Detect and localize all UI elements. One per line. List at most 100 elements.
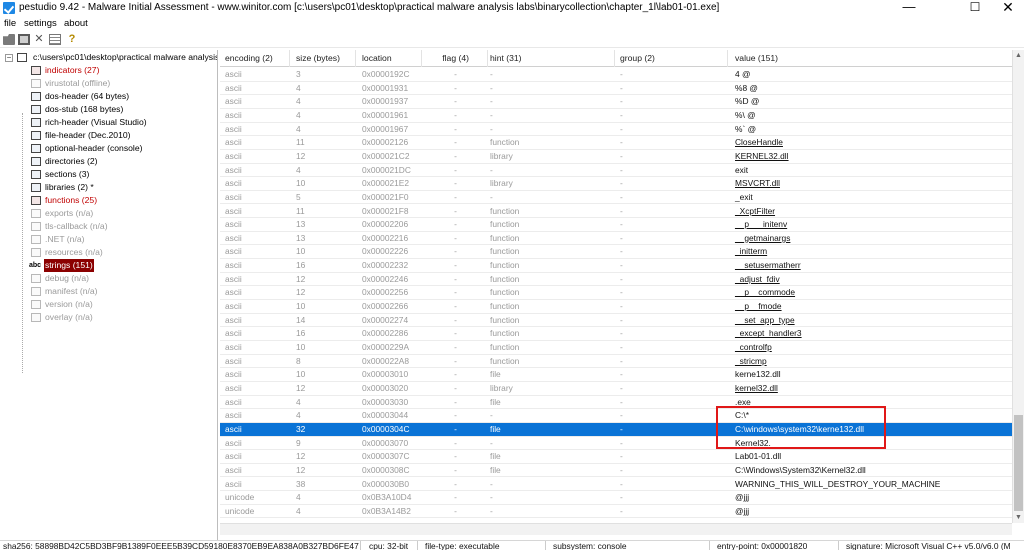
open-folder-icon[interactable] bbox=[3, 34, 15, 45]
tree-item[interactable]: manifest (n/a) bbox=[0, 285, 217, 298]
cell-group: - bbox=[620, 396, 623, 407]
table-row[interactable]: ascii 13 0x00002216 - function - __getmainargs bbox=[220, 232, 1012, 246]
table-row[interactable]: ascii 4 0x00001931 - - - %8 @ bbox=[220, 82, 1012, 96]
vertical-scrollbar[interactable]: ▲ ▼ bbox=[1012, 50, 1024, 523]
tree-item[interactable]: debug (n/a) bbox=[0, 272, 217, 285]
horizontal-scrollbar[interactable] bbox=[220, 523, 1012, 535]
menu-about[interactable]: about bbox=[64, 18, 88, 29]
table-row[interactable]: ascii 16 0x00002286 - function - _except_handl… bbox=[220, 327, 1012, 341]
tree-item[interactable]: file-header (Dec.2010) bbox=[0, 129, 217, 142]
tree-item[interactable]: functions (25) bbox=[0, 194, 217, 207]
cell-size: 13 bbox=[296, 232, 306, 243]
table-row[interactable]: ascii 12 0x0000307C - file - Lab01-01.dll bbox=[220, 450, 1012, 464]
tree-item[interactable]: .NET (n/a) bbox=[0, 233, 217, 246]
save-icon[interactable] bbox=[18, 34, 30, 45]
tree-item[interactable]: indicators (27) bbox=[0, 64, 217, 77]
tree-item[interactable]: dos-stub (168 bytes) bbox=[0, 103, 217, 116]
exports-icon bbox=[31, 209, 41, 218]
collapse-icon[interactable]: − bbox=[5, 54, 13, 62]
table-row[interactable]: ascii 10 0x00003010 - file - kerne132.dll bbox=[220, 368, 1012, 382]
close-button[interactable]: ✕ bbox=[985, 0, 1024, 16]
column-header-location[interactable]: location bbox=[357, 50, 422, 67]
cell-group: - bbox=[620, 287, 623, 298]
table-row[interactable]: ascii 8 0x000022A8 - function - _stricmp bbox=[220, 355, 1012, 369]
table-row[interactable]: ascii 4 0x00003030 - file - .exe bbox=[220, 396, 1012, 410]
cell-hint: - bbox=[490, 96, 493, 107]
cell-size: 5 bbox=[296, 191, 301, 202]
column-header-size[interactable]: size (bytes) bbox=[291, 50, 356, 67]
cell-size: 12 bbox=[296, 150, 306, 161]
minimize-button[interactable]: — bbox=[886, 0, 932, 16]
tree-item[interactable]: sections (3) bbox=[0, 168, 217, 181]
table-row[interactable]: ascii 4 0x000021DC - - - exit bbox=[220, 164, 1012, 178]
tree-item-label: overlay (n/a) bbox=[45, 312, 93, 322]
cell-encoding: ascii bbox=[225, 164, 242, 175]
menu-file[interactable]: file bbox=[4, 18, 16, 29]
tree-item[interactable]: overlay (n/a) bbox=[0, 311, 217, 324]
cell-value: exit bbox=[735, 164, 749, 175]
cell-location: 0x000021F8 bbox=[362, 205, 409, 216]
menu-settings[interactable]: settings bbox=[24, 18, 57, 29]
tree-item[interactable]: resources (n/a) bbox=[0, 246, 217, 259]
cell-flag: - bbox=[454, 164, 457, 175]
column-header-hint[interactable]: hint (31) bbox=[485, 50, 615, 67]
cell-value: C:\* bbox=[735, 410, 749, 421]
table-row[interactable]: ascii 11 0x000021F8 - function - _XcptFilter bbox=[220, 205, 1012, 219]
tree-root[interactable]: − c:\users\pc01\desktop\practical malwar… bbox=[0, 51, 217, 64]
table-row[interactable]: ascii 12 0x000021C2 - library - KERNEL32.dll bbox=[220, 150, 1012, 164]
tree-item[interactable]: tls-callback (n/a) bbox=[0, 220, 217, 233]
cell-group: - bbox=[620, 355, 623, 366]
close-file-icon[interactable]: ✕ bbox=[33, 34, 45, 45]
table-row[interactable]: ascii 38 0x000030B0 - - - WARNING_THIS_WILL_DE… bbox=[220, 478, 1012, 492]
cell-location: 0x00002206 bbox=[362, 219, 409, 230]
table-row[interactable]: ascii 11 0x00002126 - function - CloseHandle bbox=[220, 136, 1012, 150]
table-row[interactable]: ascii 4 0x00001961 - - - %\ @ bbox=[220, 109, 1012, 123]
tree-item[interactable]: virustotal (offline) bbox=[0, 77, 217, 90]
table-row[interactable]: ascii 10 0x00002226 - function - _initterm bbox=[220, 245, 1012, 260]
table-row[interactable]: ascii 9 0x00003070 - - - Kernel32. bbox=[220, 437, 1012, 451]
column-header-group[interactable]: group (2) bbox=[615, 50, 728, 67]
table-row[interactable]: ascii 12 0x00003020 - library - kernel32.dll bbox=[220, 382, 1012, 396]
table-row[interactable]: ascii 4 0x00003044 - - - C:\* bbox=[220, 409, 1012, 423]
table-row[interactable]: unicode 4 0x0B3A10D4 - - - @jjj bbox=[220, 491, 1012, 505]
cell-encoding: ascii bbox=[225, 109, 242, 120]
table-row[interactable]: ascii 12 0x00002246 - function - _adjust_fdiv bbox=[220, 273, 1012, 287]
export-list-icon[interactable] bbox=[49, 34, 61, 45]
scrollbar-thumb[interactable] bbox=[1014, 415, 1023, 511]
table-row[interactable]: ascii 5 0x000021F0 - - - _exit bbox=[220, 191, 1012, 205]
tree-item[interactable]: directories (2) bbox=[0, 155, 217, 168]
tree-item[interactable]: abc strings (151) bbox=[0, 259, 217, 272]
column-header-value[interactable]: value (151) bbox=[730, 50, 1012, 67]
table-row[interactable]: ascii 16 0x00002232 - function - __setusermath… bbox=[220, 259, 1012, 273]
table-row[interactable]: ascii 13 0x00002206 - function - __p___initenv bbox=[220, 218, 1012, 232]
column-header-encoding[interactable]: encoding (2) bbox=[220, 50, 290, 67]
tree-item[interactable]: rich-header (Visual Studio) bbox=[0, 116, 217, 129]
table-row[interactable]: ascii 4 0x00001967 - - - %` @ bbox=[220, 123, 1012, 137]
tree-item[interactable]: dos-header (64 bytes) bbox=[0, 90, 217, 103]
table-row[interactable]: ascii 12 0x0000308C - file - C:\Windows\System… bbox=[220, 464, 1012, 478]
cell-flag: - bbox=[454, 246, 457, 257]
cell-group: - bbox=[620, 150, 623, 161]
table-row[interactable]: ascii 3 0x0000192C - - - 4 @ bbox=[220, 68, 1012, 82]
tree-item[interactable]: version (n/a) bbox=[0, 298, 217, 311]
scroll-down-icon[interactable]: ▼ bbox=[1013, 512, 1024, 523]
table-row[interactable]: ascii 12 0x00002256 - function - __p__commode bbox=[220, 286, 1012, 301]
cell-location: 0x00003020 bbox=[362, 382, 409, 393]
tree-item[interactable]: exports (n/a) bbox=[0, 207, 217, 220]
cell-size: 10 bbox=[296, 178, 306, 189]
help-icon[interactable]: ? bbox=[66, 34, 78, 45]
scroll-up-icon[interactable]: ▲ bbox=[1013, 50, 1024, 61]
tree-item[interactable]: libraries (2) * bbox=[0, 181, 217, 194]
table-row[interactable]: ascii 10 0x0000229A - function - _controlfp bbox=[220, 341, 1012, 355]
table-row[interactable]: unicode 4 0x0B3A14B2 - - - @jjj bbox=[220, 505, 1012, 519]
column-header-flag[interactable]: flag (4) bbox=[423, 50, 488, 67]
table-row-selected[interactable]: ascii 32 0x0000304C - file - C:\windows\system… bbox=[220, 422, 1012, 437]
cell-encoding: ascii bbox=[225, 410, 242, 421]
tree-item[interactable]: optional-header (console) bbox=[0, 142, 217, 155]
table-row[interactable]: ascii 14 0x00002274 - function - __set_app_typ… bbox=[220, 314, 1012, 328]
table-row[interactable]: ascii 10 0x000021E2 - library - MSVCRT.dll bbox=[220, 177, 1012, 191]
cell-encoding: ascii bbox=[225, 82, 242, 93]
table-row[interactable]: ascii 10 0x00002266 - function - __p__fmode bbox=[220, 300, 1012, 314]
overlay-icon bbox=[31, 313, 41, 322]
table-row[interactable]: ascii 4 0x00001937 - - - %D @ bbox=[220, 95, 1012, 109]
